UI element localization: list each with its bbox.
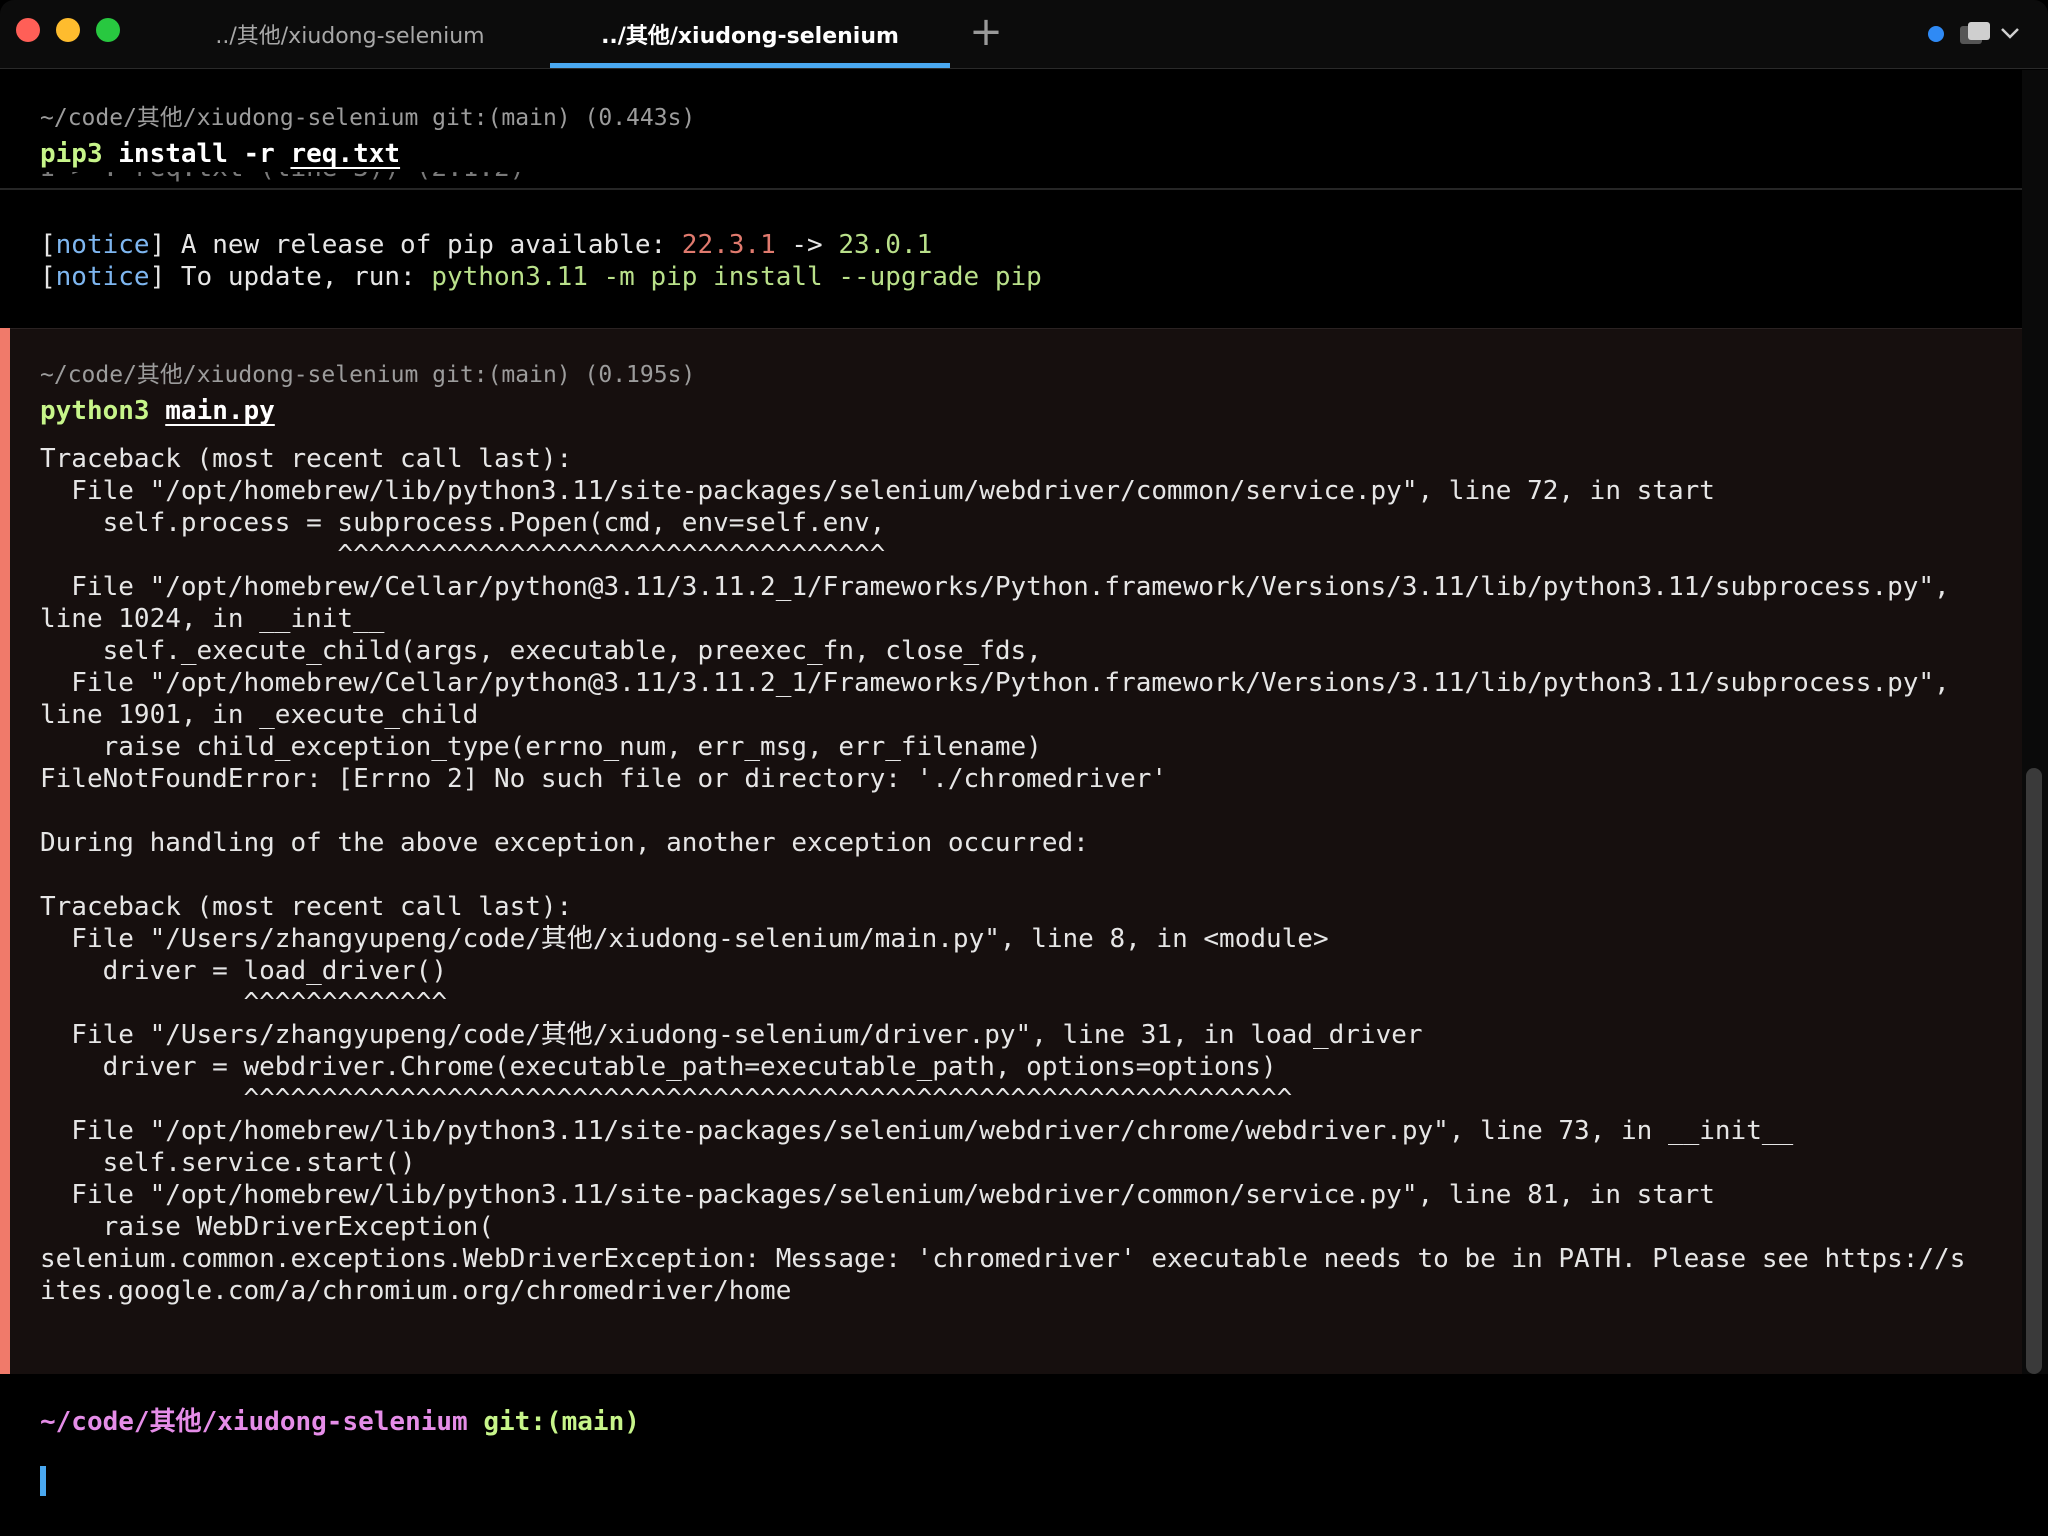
tab-2-label: ../其他/xiudong-selenium bbox=[601, 24, 899, 49]
traceback-line: During handling of the above exception, … bbox=[40, 828, 1089, 858]
maximize-window-button[interactable] bbox=[96, 18, 120, 42]
traceback-line: ^^^^^^^^^^^^^^^^^^^^^^^^^^^^^^^^^^^ bbox=[40, 540, 886, 570]
traceback-line: raise WebDriverException( bbox=[40, 1212, 494, 1242]
traceback-line: self.service.start() bbox=[40, 1148, 416, 1178]
traceback-line: ^^^^^^^^^^^^^^^^^^^^^^^^^^^^^^^^^^^^^^^^… bbox=[40, 1084, 1293, 1114]
input-prompt-area[interactable] bbox=[0, 1374, 2048, 1536]
command-line: pip3 install -r req.txt bbox=[40, 138, 400, 170]
error-indicator-bar bbox=[0, 328, 10, 1374]
traceback-line: File "/Users/zhangyupeng/code/其他/xiudong… bbox=[40, 924, 1329, 954]
blue-dot-icon bbox=[1928, 26, 1944, 42]
command-file-link[interactable]: main.py bbox=[165, 396, 275, 426]
plus-icon: + bbox=[969, 9, 1003, 55]
chevron-down-icon[interactable] bbox=[1998, 22, 2022, 44]
block-meta: ~/code/其他/xiudong-selenium git:(main) (0… bbox=[40, 362, 696, 388]
tab-2-active[interactable]: ../其他/xiudong-selenium bbox=[550, 0, 950, 68]
traceback-line: File "/opt/homebrew/Cellar/python@3.11/3… bbox=[40, 668, 1950, 698]
traceback-line: FileNotFoundError: [Errno 2] No such fil… bbox=[40, 764, 1168, 794]
close-window-button[interactable] bbox=[16, 18, 40, 42]
traceback-line: File "/opt/homebrew/Cellar/python@3.11/3… bbox=[40, 572, 1950, 602]
traceback-line: ites.google.com/a/chromium.org/chromedri… bbox=[40, 1276, 792, 1306]
pip-notice-line-1: [notice] A new release of pip available:… bbox=[40, 230, 933, 260]
traceback-line: line 1024, in __init__ bbox=[40, 604, 385, 634]
title-bar: ../其他/xiudong-selenium ../其他/xiudong-sel… bbox=[0, 0, 2048, 69]
traceback-line: Traceback (most recent call last): bbox=[40, 444, 573, 474]
traceback-line: self._execute_child(args, executable, pr… bbox=[40, 636, 1042, 666]
old-version: 22.3.1 bbox=[681, 230, 776, 260]
command-name: pip3 bbox=[40, 139, 103, 169]
minimize-window-button[interactable] bbox=[56, 18, 80, 42]
command-line: python3 main.py bbox=[40, 395, 275, 427]
new-tab-button[interactable]: + bbox=[966, 12, 1006, 56]
pip-notice-line-2: [notice] To update, run: python3.11 -m p… bbox=[40, 262, 1042, 292]
scrollbar-thumb[interactable] bbox=[2026, 768, 2042, 1374]
clipped-output-line: I > : req.txt (line 3)) (2.1.2) bbox=[40, 172, 525, 188]
window-stack-icon[interactable] bbox=[1958, 20, 1992, 46]
traceback-line: line 1901, in _execute_child bbox=[40, 700, 479, 730]
traceback-line: driver = load_driver() bbox=[40, 956, 447, 986]
terminal-window: ../其他/xiudong-selenium ../其他/xiudong-sel… bbox=[0, 0, 2048, 1536]
block-meta: ~/code/其他/xiudong-selenium git:(main) (0… bbox=[40, 105, 696, 131]
command-args: install -r bbox=[118, 139, 275, 169]
traceback-line: raise child_exception_type(errno_num, er… bbox=[40, 732, 1042, 762]
text-cursor[interactable] bbox=[40, 1466, 46, 1496]
update-command: python3.11 -m pip install --upgrade pip bbox=[431, 262, 1042, 292]
tab-1-label: ../其他/xiudong-selenium bbox=[215, 24, 485, 49]
command-file-link[interactable]: req.txt bbox=[290, 139, 400, 169]
traceback-line: File "/Users/zhangyupeng/code/其他/xiudong… bbox=[40, 1020, 1423, 1050]
traceback-line: File "/opt/homebrew/lib/python3.11/site-… bbox=[40, 476, 1715, 506]
traceback-line: driver = webdriver.Chrome(executable_pat… bbox=[40, 1052, 1277, 1082]
prompt-git-branch: git:(main) bbox=[483, 1407, 640, 1437]
prompt-path: ~/code/其他/xiudong-selenium bbox=[40, 1407, 468, 1437]
traceback-line: File "/opt/homebrew/lib/python3.11/site-… bbox=[40, 1116, 1794, 1146]
new-version: 23.0.1 bbox=[838, 230, 933, 260]
active-tab-indicator bbox=[550, 63, 950, 68]
prompt-line: ~/code/其他/xiudong-selenium git:(main) bbox=[40, 1406, 640, 1438]
traceback-line: self.process = subprocess.Popen(cmd, env… bbox=[40, 508, 886, 538]
traceback-line: selenium.common.exceptions.WebDriverExce… bbox=[40, 1244, 1966, 1274]
traceback-line: Traceback (most recent call last): bbox=[40, 892, 573, 922]
traceback-line: File "/opt/homebrew/lib/python3.11/site-… bbox=[40, 1180, 1715, 1210]
tab-1[interactable]: ../其他/xiudong-selenium bbox=[150, 0, 550, 68]
traceback-line: ^^^^^^^^^^^^^ bbox=[40, 988, 447, 1018]
command-name: python3 bbox=[40, 396, 150, 426]
block-header-divider bbox=[0, 188, 2022, 190]
